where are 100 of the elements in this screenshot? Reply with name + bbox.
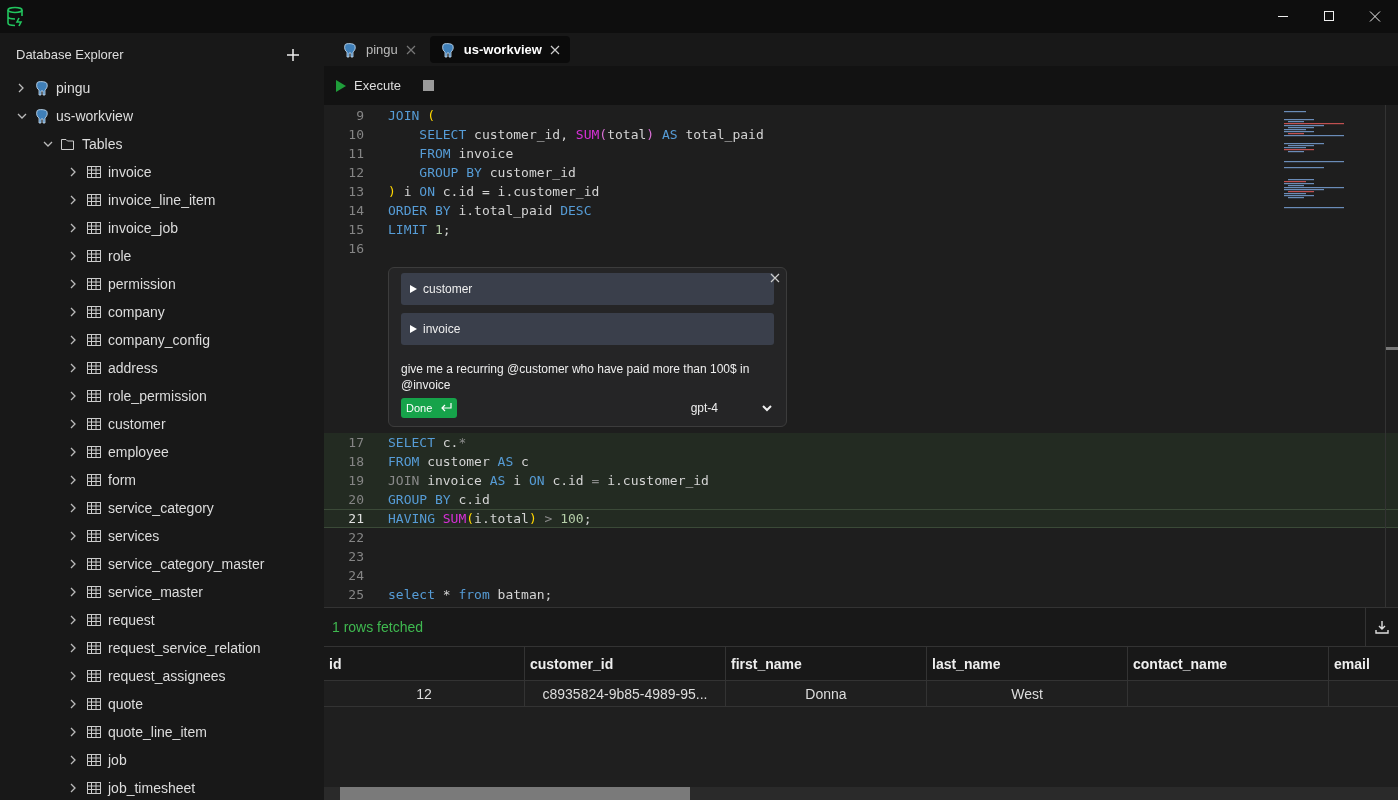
scrollbar[interactable] [1385,105,1398,607]
database-icon [6,5,26,28]
column-header[interactable]: contact_name [1127,647,1329,681]
table-icon [86,276,102,292]
tree-item[interactable]: company_config [108,332,210,348]
code-line: GROUP BY customer_id [418,165,577,180]
code-line: JOIN ( [388,108,436,123]
table-cell: West [926,680,1128,707]
column-header[interactable]: customer_id [524,647,726,681]
table-icon [86,500,102,516]
table-cell: 12 [324,680,525,707]
tree-item[interactable]: employee [108,444,169,460]
table-icon [86,724,102,740]
tree-item[interactable]: service_category_master [108,556,265,572]
table-icon [86,640,102,656]
line-number: 11 [347,146,365,161]
line-number: 15 [347,222,365,237]
line-number: 24 [347,568,365,583]
status-text: 1 rows fetched [331,619,424,635]
table-icon [86,444,102,460]
plus-icon[interactable] [286,47,300,62]
model-select[interactable]: gpt-4 [690,401,774,415]
tree-item[interactable]: invoice_line_item [108,192,216,208]
tree-item[interactable]: form [108,472,136,488]
tree-item[interactable]: quote_line_item [108,724,207,740]
tree-item[interactable]: customer [108,416,166,432]
tree-item[interactable]: role [108,248,132,264]
triangle-icon [410,325,417,333]
chevron-icon [762,404,772,412]
table-icon [86,248,102,264]
table-icon [86,584,102,600]
line-number: 12 [347,165,365,180]
column-header[interactable]: id [324,647,525,681]
line-number: 10 [347,127,365,142]
line-number: 13 [347,184,365,199]
tree-item[interactable]: request_assignees [108,668,226,684]
tab[interactable]: pingu [332,36,426,63]
line-number: 22 [347,530,365,545]
panel-title: Database Explorer [16,47,124,62]
table-icon [86,304,102,320]
tree-item[interactable]: service_master [108,584,203,600]
table-icon [86,164,102,180]
table-icon [86,192,102,208]
table-icon [86,332,102,348]
context-item[interactable]: customer [401,273,774,305]
context-item[interactable]: invoice [401,313,774,345]
column-header[interactable]: email [1328,647,1398,681]
prompt-text[interactable]: give me a recurring @customer who have paid more than 100$ in @invoice [401,361,774,393]
table-icon [86,668,102,684]
tree-item[interactable]: us-workview [56,108,133,124]
table-icon [86,556,102,572]
tree-item[interactable]: job_timesheet [108,780,196,796]
table-icon [86,360,102,376]
table-icon [86,388,102,404]
tree-item[interactable]: services [108,528,160,544]
table-icon [86,780,102,796]
line-number: 25 [347,587,365,602]
line-number: 17 [347,435,365,450]
table-icon [86,612,102,628]
execute-button[interactable]: Execute [336,78,401,93]
table-cell: Donna [725,680,927,707]
tree-item[interactable]: Tables [82,136,123,152]
column-header[interactable]: last_name [926,647,1128,681]
tree-item[interactable]: request [108,612,155,628]
tab[interactable]: us-workview [429,36,570,63]
tree-item[interactable]: address [108,360,158,376]
triangle-icon [410,285,417,293]
table-icon [86,416,102,432]
code-line: ) i ON c.id = i.customer_id [388,184,601,199]
enter-icon [440,403,453,413]
scrollbar-thumb[interactable] [340,787,690,800]
tree-item[interactable]: invoice [108,164,152,180]
code-line: FROM invoice [418,146,515,161]
line-number: 21 [347,511,365,526]
line-number: 9 [355,108,365,123]
table-icon [86,752,102,768]
line-number: 23 [347,549,365,564]
column-header[interactable]: first_name [725,647,927,681]
table-icon [86,472,102,488]
download-icon [1375,620,1389,634]
folder-icon [60,136,76,152]
tree-item[interactable]: company [108,304,165,320]
tree-item[interactable]: request_service_relation [108,640,261,656]
tree-item[interactable]: service_category [108,500,214,516]
table-icon [86,528,102,544]
code-line: LIMIT 1; [388,222,452,237]
close-icon[interactable] [549,44,560,55]
tree-item[interactable]: permission [108,276,176,292]
tree-item[interactable]: pingu [56,80,91,96]
tree-item[interactable]: quote [108,696,144,712]
tree-item[interactable]: role_permission [108,388,207,404]
tree-item[interactable]: invoice_job [108,220,179,236]
line-number: 20 [347,492,365,507]
table-icon [86,220,102,236]
table-cell: c8935824-9b85-4989-95... [524,680,726,707]
tree-item[interactable]: job [108,752,127,768]
line-number: 14 [347,203,365,218]
code-line: ORDER BY i.total_paid DESC [388,203,593,218]
close-icon[interactable] [770,273,780,283]
line-number: 19 [347,473,365,488]
